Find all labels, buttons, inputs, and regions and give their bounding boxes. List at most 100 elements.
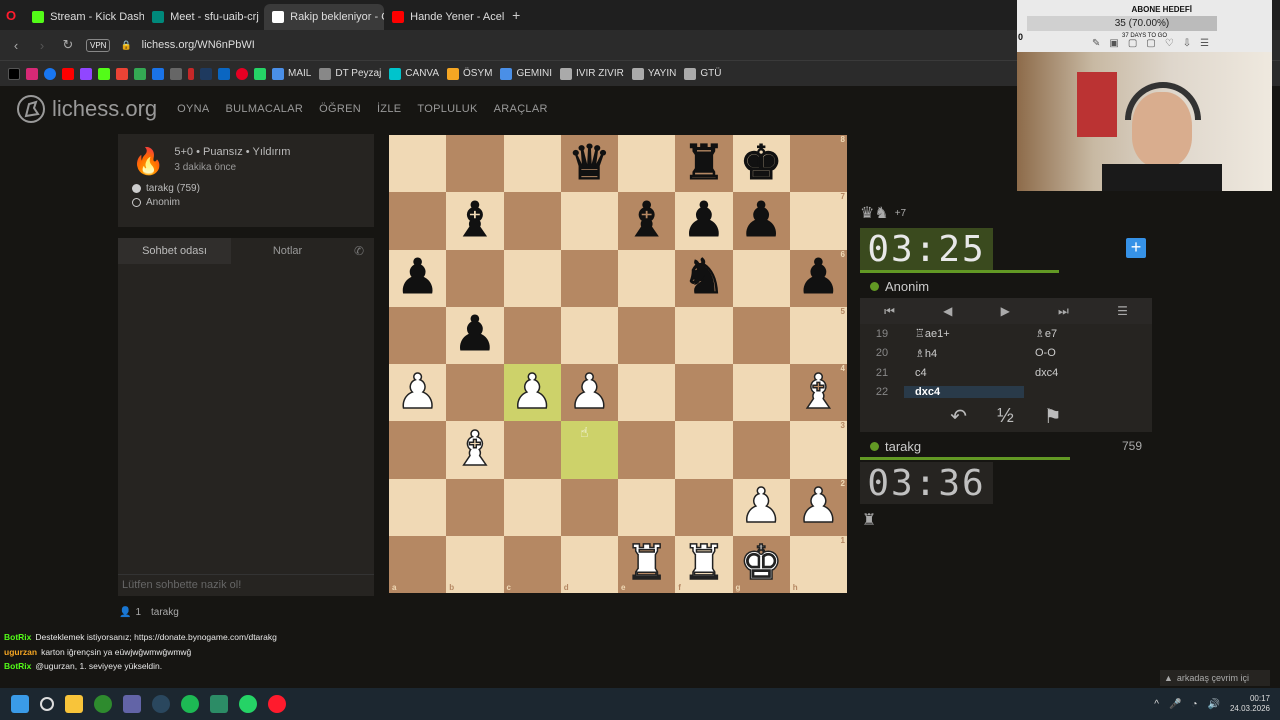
black-king-icon[interactable]: ♚ [739, 139, 783, 188]
white-rook-icon[interactable]: ♜ [682, 539, 727, 589]
square-h1[interactable]: 1h [789, 535, 847, 593]
square-d6[interactable] [560, 249, 618, 307]
nav-link[interactable]: İZLE [377, 103, 401, 115]
nav-link[interactable]: ARAÇLAR [494, 103, 548, 115]
square-a2[interactable] [389, 478, 447, 536]
move-nav-button[interactable]: ▶ [1001, 304, 1010, 318]
x-icon[interactable] [8, 67, 20, 80]
file-explorer-icon[interactable] [65, 695, 83, 713]
player-name[interactable]: tarakg [885, 439, 1116, 454]
xbox-icon[interactable] [94, 695, 112, 713]
tab-chat-room[interactable]: Sohbet odası [118, 238, 231, 264]
square-f5[interactable] [675, 306, 733, 364]
nav-link[interactable]: TOPLULUK [417, 103, 477, 115]
square-b4[interactable] [446, 364, 504, 422]
square-h2[interactable]: ♟ 2 [789, 478, 847, 536]
browser-tab[interactable]: Rakip bekleniyor - Oyu [264, 4, 385, 30]
square-h6[interactable]: ♟ 6 [789, 249, 847, 307]
volume-icon[interactable]: 🔊 [1208, 699, 1220, 710]
white-pawn-icon[interactable]: ♟ [567, 367, 612, 417]
square-d8[interactable]: ♛ [560, 135, 618, 193]
teams-icon[interactable] [123, 695, 141, 713]
chat-input[interactable]: Lütfen sohbette nazik ol! [118, 574, 374, 596]
facebook-icon[interactable] [44, 67, 56, 80]
square-c4[interactable]: ♟ [503, 364, 561, 422]
microphone-icon[interactable]: 🎤 [1169, 699, 1181, 710]
bookmark-item[interactable]: DT Peyzaj [319, 67, 381, 80]
white-move[interactable]: ♖ae1+ [904, 327, 1024, 340]
square-b2[interactable] [446, 478, 504, 536]
white-move[interactable]: dxc4 [904, 386, 1024, 399]
youtube-icon[interactable] [62, 67, 74, 80]
bookmark-blue-icon[interactable] [200, 67, 212, 80]
square-f4[interactable] [675, 364, 733, 422]
square-g8[interactable]: ♚ [732, 135, 790, 193]
square-f7[interactable]: ♟ [675, 192, 733, 250]
friends-online[interactable]: ▲ arkadaş çevrim içi [1160, 670, 1270, 686]
square-d3[interactable] [560, 421, 618, 479]
square-f6[interactable]: ♞ [675, 249, 733, 307]
move-nav-button[interactable]: ◀ [943, 304, 952, 318]
square-g5[interactable] [732, 306, 790, 364]
takeback-button[interactable]: ↶ [950, 404, 967, 429]
square-b6[interactable] [446, 249, 504, 307]
square-d5[interactable] [560, 306, 618, 364]
square-e6[interactable] [618, 249, 676, 307]
search-icon[interactable] [40, 697, 54, 711]
black-move[interactable]: O-O [1024, 347, 1144, 359]
square-h5[interactable]: 5 [789, 306, 847, 364]
move-nav-button[interactable]: ⏮ [884, 304, 895, 319]
square-a8[interactable] [389, 135, 447, 193]
square-b7[interactable]: ♝ [446, 192, 504, 250]
square-f1[interactable]: ♜ f [675, 535, 733, 593]
white-bishop-icon[interactable]: ♝ [453, 425, 498, 475]
square-g2[interactable]: ♟ [732, 478, 790, 536]
add-time-button[interactable]: + [1126, 238, 1146, 258]
whatsapp-icon[interactable] [254, 67, 266, 80]
black-knight-icon[interactable]: ♞ [682, 253, 726, 302]
new-tab-button[interactable]: + [512, 7, 520, 23]
whatsapp-taskbar-icon[interactable] [239, 695, 257, 713]
square-f8[interactable]: ♜ [675, 135, 733, 193]
linkedin-icon[interactable] [218, 67, 230, 80]
square-e7[interactable]: ♝ [618, 192, 676, 250]
square-a5[interactable] [389, 306, 447, 364]
white-player[interactable]: tarakg (759) [146, 183, 200, 194]
square-c2[interactable] [503, 478, 561, 536]
bookmark-item[interactable]: CANVA [389, 67, 439, 80]
square-a7[interactable] [389, 192, 447, 250]
square-c8[interactable] [503, 135, 561, 193]
white-bishop-icon[interactable]: ♝ [796, 367, 841, 417]
square-f3[interactable] [675, 421, 733, 479]
square-g6[interactable] [732, 249, 790, 307]
black-move[interactable]: ♗e7 [1024, 327, 1144, 340]
square-d7[interactable] [560, 192, 618, 250]
instagram-icon[interactable] [26, 67, 38, 80]
white-move[interactable]: c4 [904, 367, 1024, 379]
clock[interactable]: 00:17 24.03.2026 [1230, 694, 1270, 714]
square-f2[interactable] [675, 478, 733, 536]
square-b1[interactable]: b [446, 535, 504, 593]
square-e5[interactable] [618, 306, 676, 364]
offer-draw-button[interactable]: ½ [997, 405, 1014, 428]
square-b3[interactable]: ♝ [446, 421, 504, 479]
black-pawn-icon[interactable]: ♟ [453, 310, 497, 359]
bookmark-item[interactable]: GEMINI [500, 67, 552, 80]
chess-board[interactable]: ♛ ♜ ♚ 8 ♝ ♝ ♟ ♟ 7 ♟ ♞ ♟ 6 ♟ 5 ♟ ♟ ♟ ♝ 4 ♝ 3 ♟ ♟ 2 a b c d ♜ e ♜ f ♚ g 1 h [389, 135, 847, 593]
nav-link[interactable]: BULMACALAR [226, 103, 304, 115]
phone-icon[interactable]: ✆ [344, 238, 374, 264]
resign-flag-icon[interactable]: ⚑ [1044, 404, 1062, 429]
bookmark-item[interactable]: GTÜ [684, 67, 721, 80]
move-nav-button[interactable]: ☰ [1117, 304, 1128, 318]
black-move[interactable]: dxc4 [1024, 367, 1144, 379]
square-g3[interactable] [732, 421, 790, 479]
bookmark-item[interactable]: YAYIN [631, 67, 676, 80]
bookmark-item[interactable]: MAIL [272, 67, 311, 80]
square-b8[interactable] [446, 135, 504, 193]
square-d1[interactable]: d [560, 535, 618, 593]
square-a1[interactable]: a [389, 535, 447, 593]
network-icon[interactable]: ◔ [1191, 699, 1197, 710]
square-e8[interactable] [618, 135, 676, 193]
square-e4[interactable] [618, 364, 676, 422]
move-nav-button[interactable]: ⏭ [1058, 304, 1069, 319]
